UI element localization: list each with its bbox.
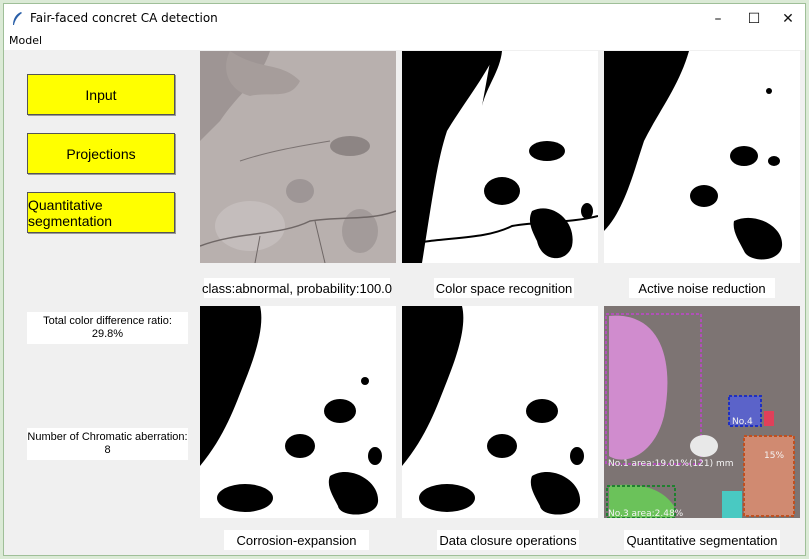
color-difference-ratio-box: Total color difference ratio: 29.8% [27,312,188,344]
label-no1: No.1 area:19.01%(121) mm [608,459,734,469]
menu-bar: Model [4,34,805,50]
window-title: Fair-faced concret CA detection [30,11,218,25]
quantitative-caption: Quantitative segmentation [624,530,780,550]
corrosion-caption: Corrosion-expansion [224,530,369,550]
label-no4: No.4 [732,417,753,427]
feather-icon [13,12,22,25]
minimize-button[interactable]: – [700,4,736,34]
color-space-caption: Color space recognition [434,278,574,298]
count-value: 8 [104,444,111,456]
closure-caption: Data closure operations [437,530,579,550]
label-no3: No.3 area:2.48% [608,509,684,518]
projections-button[interactable]: Projections [27,133,175,174]
corrosion-expansion-panel [200,306,396,518]
app-window: Fair-faced concret CA detection – ☐ ✕ Mo… [3,3,806,556]
ratio-value: 29.8% [91,328,124,340]
title-bar: Fair-faced concret CA detection – ☐ ✕ [4,4,805,34]
color-space-panel [402,51,598,263]
menu-model[interactable]: Model [9,34,42,47]
original-caption: class:abnormal, probability:100.0 [202,278,392,298]
ratio-label: Total color difference ratio: [43,315,172,327]
noise-reduction-caption: Active noise reduction [629,278,775,298]
concrete-photo [200,51,396,263]
data-closure-panel [402,306,598,518]
corrosion-mask [200,306,396,518]
closure-mask [402,306,598,518]
input-button[interactable]: Input [27,74,175,115]
label-15pct: 15% [764,451,784,461]
original-image-panel [200,51,396,263]
segmentation-overlay: No.4 No.1 area:19.01%(121) mm No.3 area:… [604,306,800,518]
noise-reduction-mask [604,51,800,263]
chromatic-aberration-count-box: Number of Chromatic aberration: 8 [27,428,188,460]
color-space-mask [402,51,598,263]
quantitative-segmentation-panel: No.4 No.1 area:19.01%(121) mm No.3 area:… [604,306,800,518]
quantitative-segmentation-button[interactable]: Quantitative segmentation [27,192,175,233]
maximize-button[interactable]: ☐ [736,4,772,34]
noise-reduction-panel [604,51,800,263]
close-button[interactable]: ✕ [770,4,805,34]
count-label: Number of Chromatic aberration: [27,431,188,443]
